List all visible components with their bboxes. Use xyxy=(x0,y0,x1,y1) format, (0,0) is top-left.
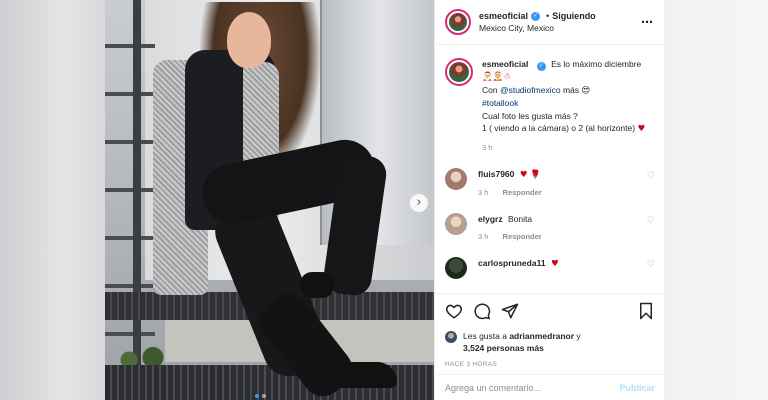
comment-text: Bonita xyxy=(507,214,533,224)
photo-person-boot-lower xyxy=(337,362,397,388)
comment-avatar[interactable] xyxy=(445,213,467,235)
comment-like-heart-icon[interactable]: ♡ xyxy=(647,216,655,226)
post-actions-area: Les gusta a adrianmedranor y 3,524 perso… xyxy=(435,293,665,368)
reply-button[interactable]: Responder xyxy=(503,232,542,241)
caption-options-emoji: ♥ xyxy=(637,124,646,134)
caption-options: 1 ( viendo a la cámara) o 2 (al horizont… xyxy=(482,123,636,133)
likes-prefix: Les gusta a xyxy=(463,331,507,341)
publish-button[interactable]: Publicar xyxy=(619,383,655,393)
next-photo-button[interactable]: › xyxy=(410,194,428,212)
more-options-icon[interactable]: ⋯ xyxy=(641,15,654,29)
comments-list[interactable]: esmeoficial ✓ Es lo máximo diciembre 🎅🤶☃… xyxy=(435,50,665,293)
comment-like-heart-icon[interactable]: ♡ xyxy=(647,260,655,270)
post-side-panel: esmeoficial ✓ • Siguiendo Mexico City, M… xyxy=(434,0,665,400)
verified-badge-icon: ✓ xyxy=(531,11,541,21)
add-comment-bar: Publicar xyxy=(435,374,665,400)
right-backdrop xyxy=(664,0,768,400)
comment-like-heart-icon[interactable]: ♡ xyxy=(647,171,655,181)
likes-count[interactable]: 3,524 personas más xyxy=(463,343,544,353)
comment-emoji: ♥ 🌹 xyxy=(519,170,541,180)
share-icon[interactable] xyxy=(501,302,519,320)
reply-button[interactable]: Responder xyxy=(503,188,542,197)
comment-emoji: ♥ xyxy=(550,259,559,269)
comment-avatar[interactable] xyxy=(445,168,467,190)
post-caption: esmeoficial ✓ Es lo máximo diciembre 🎅🤶☃… xyxy=(445,58,655,154)
comment-input[interactable] xyxy=(445,382,620,393)
comment-time[interactable]: 3 h xyxy=(478,188,488,197)
liker-avatar[interactable] xyxy=(445,331,457,343)
photo-person-boot-upper xyxy=(300,272,334,298)
photo-railing-post xyxy=(133,0,141,400)
caption-line1: Es lo máximo diciembre xyxy=(551,59,642,69)
caption-username[interactable]: esmeoficial xyxy=(482,59,528,69)
heart-icon[interactable] xyxy=(445,302,463,320)
bookmark-icon[interactable] xyxy=(637,302,655,320)
author-info: esmeoficial ✓ • Siguiendo Mexico City, M… xyxy=(479,11,641,33)
carousel-dot xyxy=(262,394,266,398)
separator-dot: • xyxy=(546,11,550,21)
left-backdrop xyxy=(0,0,105,400)
caption-hashtag-link[interactable]: #totallook xyxy=(482,97,655,110)
author-avatar[interactable] xyxy=(445,9,471,35)
comment-icon[interactable] xyxy=(473,302,491,320)
photo-person-face xyxy=(227,12,271,68)
likes-joiner: y xyxy=(576,331,581,341)
liker-username[interactable]: adrianmedranor xyxy=(509,331,574,341)
post-header: esmeoficial ✓ • Siguiendo Mexico City, M… xyxy=(435,0,664,45)
post-photo[interactable]: › xyxy=(105,0,434,400)
caption-with-suffix: más xyxy=(562,84,580,95)
caption-with-prefix: Con xyxy=(482,84,498,95)
author-username[interactable]: esmeoficial xyxy=(479,11,528,21)
comment-item: elygrz Bonita 3 h Responder ♡ xyxy=(445,213,655,243)
likes-summary: Les gusta a adrianmedranor y 3,524 perso… xyxy=(445,330,655,354)
comment-time[interactable]: 3 h xyxy=(478,232,488,241)
caption-line1-emoji: 🎅🤶☃ xyxy=(482,72,511,82)
action-bar xyxy=(445,302,655,320)
caption-verified-badge-icon: ✓ xyxy=(536,62,546,71)
comment-item: fluis7960 ♥ 🌹 3 h Responder ♡ xyxy=(445,168,655,199)
comment-username[interactable]: carlospruneda11 xyxy=(478,258,546,268)
caption-avatar[interactable] xyxy=(445,58,473,86)
carousel-dot-active xyxy=(255,394,259,398)
following-button[interactable]: Siguiendo xyxy=(552,11,596,21)
caption-mention-link[interactable]: @studiofmexico xyxy=(500,85,561,95)
photo-railing xyxy=(105,0,155,400)
comment-username[interactable]: fluis7960 xyxy=(478,169,514,179)
caption-time[interactable]: 3 h xyxy=(482,142,655,155)
carousel-dots xyxy=(255,394,266,398)
comment-item: carlospruneda11 ♥ ♡ xyxy=(445,257,655,279)
post-location[interactable]: Mexico City, Mexico xyxy=(479,23,641,33)
post-timestamp[interactable]: HACE 3 HORAS xyxy=(445,361,655,368)
caption-with-emoji: 😍 xyxy=(581,85,591,96)
comment-username[interactable]: elygrz xyxy=(478,214,503,224)
comment-avatar[interactable] xyxy=(445,257,467,279)
caption-question: Cual foto les gusta más ? xyxy=(482,110,578,121)
